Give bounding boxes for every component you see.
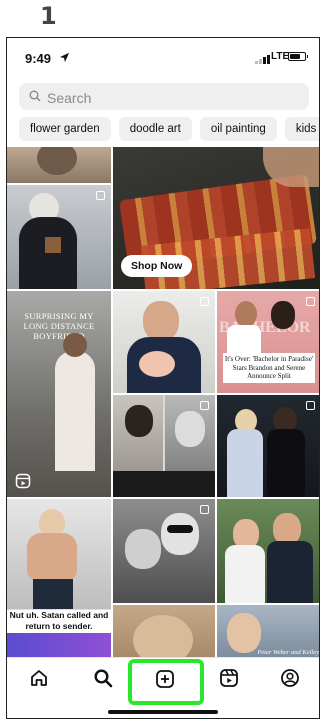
post-harry-styles[interactable] — [113, 395, 215, 497]
multi-post-icon — [200, 297, 209, 306]
home-indicator[interactable] — [108, 710, 218, 714]
post-two-women[interactable] — [217, 395, 319, 497]
post-bachelor-split[interactable]: BACHELOR It's Over: 'Bachelor in Paradis… — [217, 291, 319, 393]
post-bw-selfie[interactable] — [113, 499, 215, 603]
search-icon[interactable] — [93, 668, 113, 688]
network-label: LTE — [271, 51, 290, 62]
chip-flower-garden[interactable]: flower garden — [19, 117, 111, 141]
post-sepia-face[interactable] — [113, 605, 215, 657]
post-man-baby[interactable] — [113, 291, 215, 393]
post-long-distance[interactable]: SURPRISING MY LONG DISTANCE BOYFRIEND — [7, 291, 111, 497]
status-time: 9:49 — [25, 51, 52, 66]
step-number: 1 — [40, 2, 57, 30]
search-bar[interactable] — [19, 83, 309, 112]
chip-doodle-art[interactable]: doodle art — [118, 117, 192, 141]
phone-screen: 9:49 LTE flower garden doodle art oil pa… — [6, 37, 320, 719]
bottom-navigation — [7, 657, 319, 718]
location-arrow-icon — [59, 52, 70, 63]
post-dog[interactable] — [7, 147, 111, 183]
caption-bachelor-split: It's Over: 'Bachelor in Paradise' Stars … — [223, 353, 315, 383]
multi-post-icon — [306, 401, 315, 410]
status-bar: 9:49 LTE — [7, 38, 319, 78]
battery-icon — [288, 52, 308, 61]
multi-post-icon — [200, 505, 209, 514]
multi-post-icon — [200, 401, 209, 410]
post-man-box[interactable] — [7, 185, 111, 289]
signal-icon — [255, 54, 270, 64]
caption-satan: Nut uh. Satan called and return to sende… — [9, 610, 109, 631]
post-peter-weber[interactable] — [217, 499, 319, 603]
create-icon[interactable] — [155, 669, 175, 689]
explore-grid: Shop Now SURPRISING MY LONG DISTANCE BOY… — [7, 147, 319, 657]
shop-now-button[interactable]: Shop Now — [121, 255, 193, 277]
home-icon[interactable] — [29, 668, 49, 688]
reels-icon[interactable] — [219, 668, 239, 688]
caption-surprising: SURPRISING MY LONG DISTANCE BOYFRIEND — [23, 311, 95, 341]
search-input[interactable] — [45, 83, 299, 112]
reels-icon — [15, 473, 31, 489]
topic-chips: flower garden doodle art oil painting ki… — [19, 117, 319, 141]
post-food-ad[interactable]: Shop Now — [113, 147, 319, 289]
multi-post-icon — [96, 191, 105, 200]
chip-kids-crafts[interactable]: kids crafts — [284, 117, 319, 141]
chip-oil-painting[interactable]: oil painting — [199, 117, 277, 141]
multi-post-icon — [306, 297, 315, 306]
profile-icon[interactable] — [280, 668, 300, 688]
post-gym-satan[interactable]: Nut uh. Satan called and return to sende… — [7, 499, 111, 657]
search-icon — [29, 90, 41, 102]
caption-peter-kelley: Peter Weber and Kelley — [257, 649, 319, 656]
post-peter-kelley[interactable]: Peter Weber and Kelley — [217, 605, 319, 657]
